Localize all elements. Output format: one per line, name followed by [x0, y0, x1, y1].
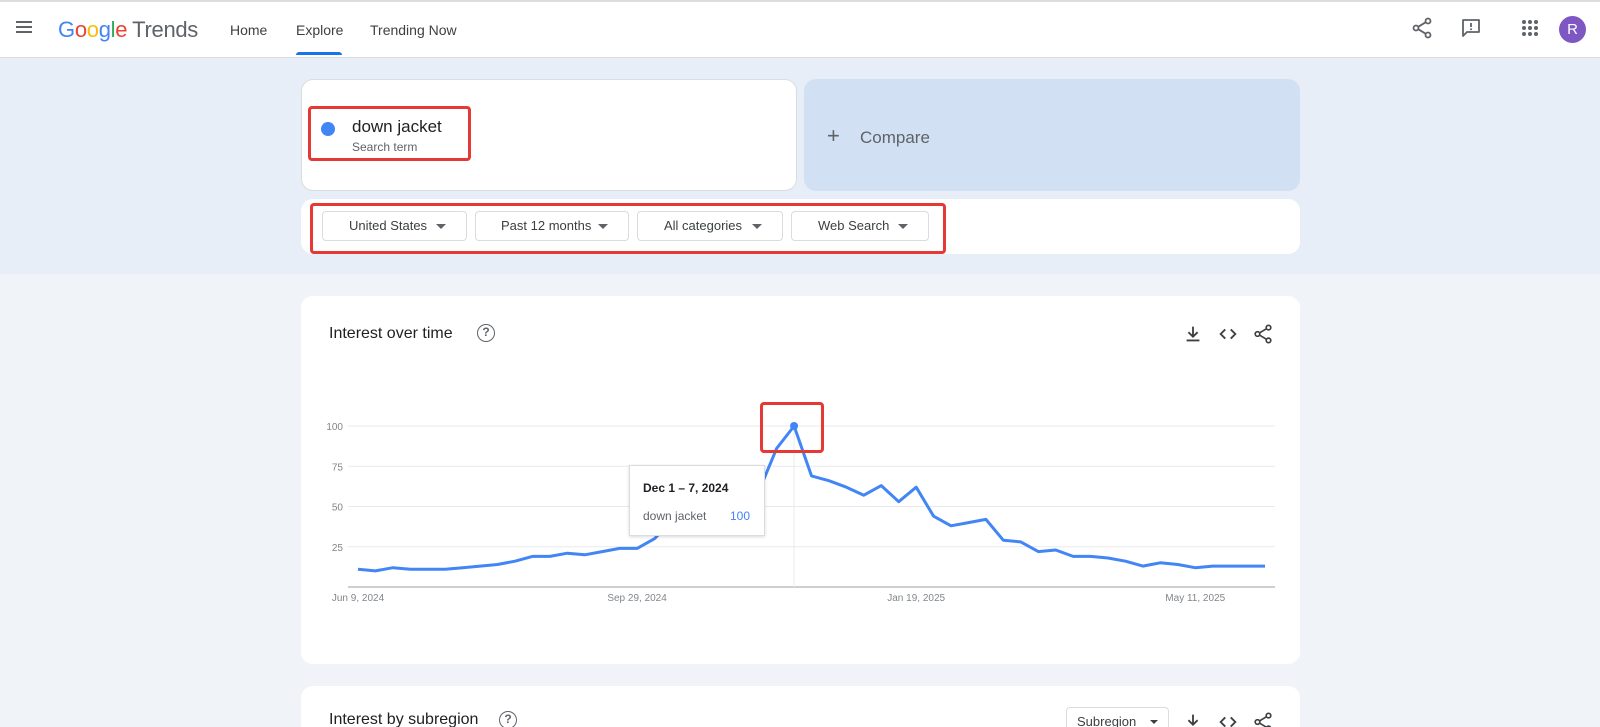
embed-code-icon[interactable] — [1217, 323, 1239, 345]
highlight-box-filters — [310, 203, 946, 254]
subregion-select-label: Subregion — [1077, 714, 1137, 727]
tooltip-term: down jacket — [643, 509, 707, 523]
download-icon[interactable] — [1182, 323, 1204, 345]
tab-explore[interactable]: Explore — [296, 22, 343, 38]
share-icon[interactable] — [1252, 711, 1274, 727]
download-icon[interactable] — [1182, 711, 1204, 727]
x-tick-label: Jun 9, 2024 — [332, 593, 385, 604]
y-tick-label: 25 — [332, 543, 344, 554]
feedback-icon[interactable] — [1459, 16, 1483, 40]
tab-home[interactable]: Home — [230, 22, 267, 38]
highlight-box-peak — [760, 402, 824, 453]
x-tick-label: Jan 19, 2025 — [887, 593, 945, 604]
tab-trending-now[interactable]: Trending Now — [370, 22, 457, 38]
dropdown-caret-icon — [1150, 720, 1158, 724]
share-icon[interactable] — [1252, 323, 1274, 345]
plus-icon: + — [827, 123, 840, 148]
x-tick-label: Sep 29, 2024 — [607, 593, 667, 604]
interest-by-subregion-title: Interest by subregion — [329, 711, 479, 727]
subregion-select[interactable]: Subregion — [1066, 707, 1169, 727]
y-tick-label: 75 — [332, 462, 344, 473]
help-icon[interactable]: ? — [477, 324, 495, 342]
apps-grid-icon[interactable] — [1518, 16, 1542, 40]
share-icon[interactable] — [1410, 16, 1434, 40]
chart-tooltip: Dec 1 – 7, 2024 down jacket 100 — [629, 465, 765, 536]
interest-over-time-title: Interest over time — [329, 325, 453, 342]
y-tick-label: 100 — [326, 422, 343, 433]
x-tick-label: May 11, 2025 — [1165, 593, 1225, 604]
active-tab-indicator — [296, 52, 342, 55]
highlight-box-term — [308, 106, 471, 161]
tooltip-value: 100 — [729, 509, 750, 523]
account-avatar[interactable]: R — [1559, 16, 1586, 43]
main-menu-icon[interactable] — [14, 18, 36, 38]
embed-code-icon[interactable] — [1217, 711, 1239, 727]
tooltip-date: Dec 1 – 7, 2024 — [643, 481, 729, 495]
google-trends-logo[interactable]: Google Trends — [58, 17, 198, 43]
y-tick-label: 50 — [332, 503, 344, 514]
help-icon[interactable]: ? — [499, 711, 517, 727]
compare-label: Compare — [860, 128, 930, 147]
